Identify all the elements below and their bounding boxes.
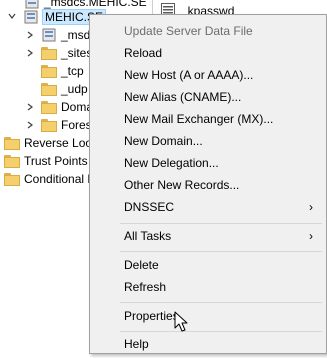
- tree-item-tcp[interactable]: _tcp: [41, 62, 84, 80]
- folder-icon: [41, 100, 57, 114]
- tree-item-label: _sites: [61, 46, 93, 60]
- menu-separator: [120, 331, 322, 332]
- tree-item-label: Trust Points: [24, 154, 88, 168]
- folder-icon: [41, 64, 57, 78]
- folder-icon: [41, 46, 57, 60]
- menu-separator: [120, 223, 322, 224]
- tree-item-sites[interactable]: _sites: [41, 44, 92, 62]
- menu-item-label: Properties: [124, 309, 179, 323]
- menu-item-new-delegation[interactable]: New Delegation...: [91, 152, 325, 174]
- menu-item-new-alias[interactable]: New Alias (CNAME)...: [91, 86, 325, 108]
- context-menu: Update Server Data File Reload New Host …: [89, 14, 327, 354]
- menu-item-label: New Mail Exchanger (MX)...: [124, 112, 274, 126]
- menu-item-help[interactable]: Help: [91, 333, 325, 355]
- menu-item-label: All Tasks: [124, 229, 172, 243]
- chevron-right-icon: ›: [309, 200, 313, 214]
- folder-icon: [4, 136, 20, 150]
- menu-item-dnssec[interactable]: DNSSEC ›: [91, 196, 325, 218]
- menu-item-label: Update Server Data File: [124, 24, 253, 38]
- chevron-down-icon[interactable]: [8, 12, 16, 20]
- menu-item-label: Help: [124, 337, 149, 351]
- menu-item-refresh[interactable]: Refresh: [91, 276, 325, 298]
- menu-item-label: New Domain...: [124, 134, 203, 148]
- menu-separator: [120, 302, 322, 303]
- menu-item-delete[interactable]: Delete: [91, 254, 325, 276]
- chevron-right-icon: ›: [309, 229, 313, 243]
- menu-item-reload[interactable]: Reload: [91, 42, 325, 64]
- tree-item-udp[interactable]: _udp: [41, 80, 88, 98]
- mouse-cursor-icon: [174, 311, 190, 333]
- chevron-right-icon[interactable]: [26, 121, 34, 129]
- menu-item-properties[interactable]: Properties: [91, 305, 325, 327]
- chevron-right-icon[interactable]: [26, 103, 34, 111]
- tree-item-label: _tcp: [61, 64, 84, 78]
- tree-item-label: _udp: [61, 82, 88, 96]
- menu-item-new-mail-exchanger[interactable]: New Mail Exchanger (MX)...: [91, 108, 325, 130]
- folder-icon: [4, 154, 20, 168]
- menu-item-other-new-records[interactable]: Other New Records...: [91, 174, 325, 196]
- zone-icon: [41, 27, 57, 43]
- tree-item-trust-points[interactable]: Trust Points: [4, 152, 88, 170]
- menu-item-new-host[interactable]: New Host (A or AAAA)...: [91, 64, 325, 86]
- chevron-right-icon[interactable]: [26, 31, 34, 39]
- menu-item-label: New Alias (CNAME)...: [124, 90, 242, 104]
- chevron-right-icon[interactable]: [26, 49, 34, 57]
- folder-icon: [41, 118, 57, 132]
- menu-item-new-domain[interactable]: New Domain...: [91, 130, 325, 152]
- menu-item-label: Delete: [124, 258, 159, 272]
- menu-item-label: New Host (A or AAAA)...: [124, 68, 254, 82]
- menu-item-label: Other New Records...: [124, 178, 240, 192]
- menu-item-label: DNSSEC: [124, 200, 175, 214]
- folder-icon: [41, 82, 57, 96]
- menu-item-label: Refresh: [124, 280, 167, 294]
- folder-icon: [4, 172, 20, 186]
- zone-icon: [23, 9, 39, 25]
- menu-item-label: New Delegation...: [124, 156, 219, 170]
- menu-item-update-server-data-file: Update Server Data File: [91, 20, 325, 42]
- menu-separator: [120, 251, 322, 252]
- menu-item-all-tasks[interactable]: All Tasks ›: [91, 225, 325, 247]
- menu-item-label: Reload: [124, 46, 163, 60]
